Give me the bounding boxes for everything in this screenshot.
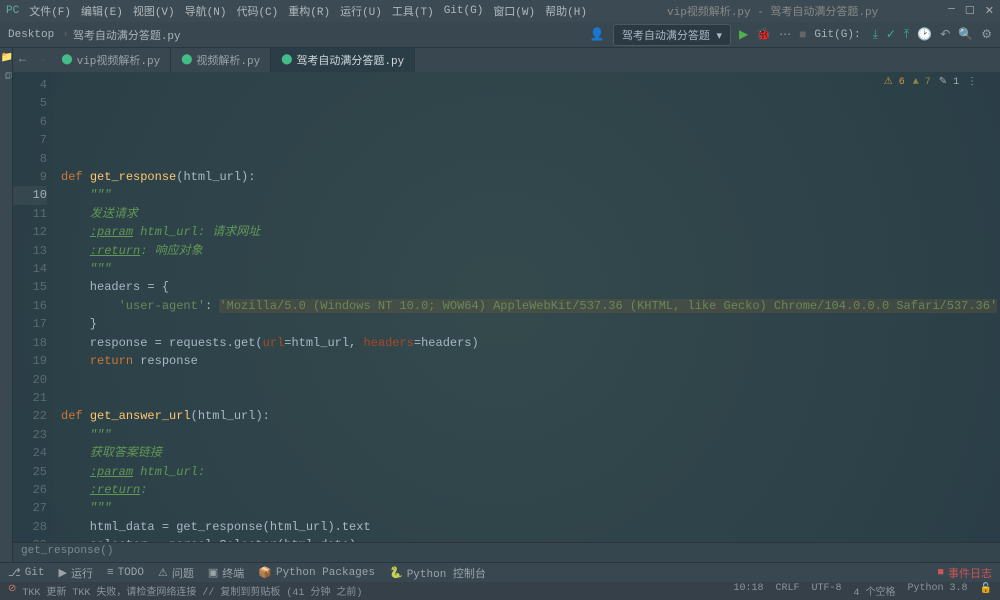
breadcrumb[interactable]: 驾考自动满分答题.py <box>73 27 181 43</box>
tw-event-log[interactable]: ■ 事件日志 <box>937 565 992 581</box>
editor-breadcrumb[interactable]: get_response() <box>13 542 1000 562</box>
settings-icon[interactable]: ⚙ <box>981 27 992 42</box>
menu-help[interactable]: 帮助(H) <box>545 3 587 19</box>
tw-todo[interactable]: ≡ TODO <box>107 567 144 579</box>
git-label: Git(G): <box>814 29 860 41</box>
menu-navigate[interactable]: 导航(N) <box>185 3 227 19</box>
python-interpreter[interactable]: Python 3.8 <box>908 583 968 599</box>
rollback-icon[interactable]: ↶ <box>940 27 950 42</box>
tab-vip[interactable]: ⬤vip视频解析.py <box>51 48 171 72</box>
status-bar: ⊘ TKK 更新 TKK 失败，请检查网络连接 // 复制到剪贴板 (41 分钟… <box>0 582 1000 600</box>
menu-code[interactable]: 代码(C) <box>236 3 278 19</box>
menu-view[interactable]: 视图(V) <box>133 3 175 19</box>
python-file-icon: ⬤ <box>281 54 292 66</box>
navigation-bar: Desktop › 驾考自动满分答题.py 👤 驾考自动满分答题 ▾ ▶ 🐞 ⋯… <box>0 22 1000 48</box>
tw-packages[interactable]: 📦 Python Packages <box>258 566 375 580</box>
status-message[interactable]: TKK 更新 TKK 失败，请检查网络连接 // 复制到剪贴板 (41 分钟 之… <box>22 583 362 599</box>
code-editor[interactable]: 4567891011121314151617181920212223242526… <box>13 72 1000 542</box>
line-gutter[interactable]: 4567891011121314151617181920212223242526… <box>13 72 53 542</box>
run-config-select[interactable]: 驾考自动满分答题 ▾ <box>613 24 731 46</box>
structure-tool-button[interactable]: ⧉ <box>0 72 12 79</box>
menu-edit[interactable]: 编辑(E) <box>81 3 123 19</box>
history-icon[interactable]: 🕑 <box>917 27 932 42</box>
user-icon[interactable]: 👤 <box>590 27 605 42</box>
logo-icon: PC <box>6 5 19 17</box>
tw-terminal[interactable]: ▣ 终端 <box>208 565 244 581</box>
close-icon[interactable]: ✕ <box>985 4 994 18</box>
tw-console[interactable]: 🐍 Python 控制台 <box>389 565 486 581</box>
stop-icon[interactable]: ■ <box>799 28 806 42</box>
weak-warning-count: ▲ 7 <box>913 74 931 92</box>
python-file-icon: ⬤ <box>61 54 72 66</box>
minimize-icon[interactable]: ─ <box>948 4 955 18</box>
menu-run[interactable]: 运行(U) <box>340 3 382 19</box>
lock-icon[interactable]: 🔓 <box>980 583 992 599</box>
window-title: vip视频解析.py - 驾考自动满分答题.py <box>597 3 948 19</box>
tw-git[interactable]: ⎇ Git <box>8 566 45 580</box>
inspections-widget[interactable]: ⚠ 6 ▲ 7 ✎ 1 ⋮ <box>884 74 977 92</box>
menu-git[interactable]: Git(G) <box>444 5 484 17</box>
tw-run[interactable]: ▶ 运行 <box>59 565 93 581</box>
python-file-icon: ⬤ <box>181 54 192 66</box>
left-gutter: 📁 ⧉ <box>0 48 12 562</box>
git-update-icon[interactable]: ⤓ <box>873 28 878 42</box>
code-content[interactable]: ⚠ 6 ▲ 7 ✎ 1 ⋮ def get_response(html_url)… <box>53 72 1000 542</box>
menu-file[interactable]: 文件(F) <box>29 3 71 19</box>
tab-video[interactable]: ⬤视频解析.py <box>171 48 271 72</box>
menu-refactor[interactable]: 重构(R) <box>288 3 330 19</box>
line-separator[interactable]: CRLF <box>775 583 799 599</box>
debug-icon[interactable]: 🐞 <box>756 27 771 42</box>
tw-problems[interactable]: ⚠ 问题 <box>158 565 194 581</box>
bottom-tool-bar: ⎇ Git ▶ 运行 ≡ TODO ⚠ 问题 ▣ 终端 📦 Python Pac… <box>0 562 1000 582</box>
typo-count: ✎ 1 <box>939 74 959 92</box>
breadcrumb[interactable]: Desktop <box>8 29 54 41</box>
search-icon[interactable]: 🔍 <box>958 27 973 42</box>
git-push-icon[interactable]: ⤒ <box>904 28 909 42</box>
menu-window[interactable]: 窗口(W) <box>493 3 535 19</box>
tab-exam[interactable]: ⬤驾考自动满分答题.py <box>271 48 415 72</box>
titlebar: PC 文件(F) 编辑(E) 视图(V) 导航(N) 代码(C) 重构(R) 运… <box>0 0 1000 22</box>
git-commit-icon[interactable]: ✓ <box>886 27 896 42</box>
error-icon[interactable]: ⊘ <box>8 583 16 599</box>
inspections-more-icon[interactable]: ⋮ <box>967 74 977 92</box>
file-encoding[interactable]: UTF-8 <box>812 583 842 599</box>
caret-position[interactable]: 10:18 <box>733 583 763 599</box>
warning-count: ⚠ 6 <box>884 74 905 92</box>
forward-icon[interactable]: → <box>32 48 51 72</box>
more-run-icon[interactable]: ⋯ <box>779 27 791 42</box>
editor-tabs: ← → ⬤vip视频解析.py ⬤视频解析.py ⬤驾考自动满分答题.py <box>13 48 1000 72</box>
back-icon[interactable]: ← <box>13 48 32 72</box>
project-tool-button[interactable]: 📁 <box>1 52 12 64</box>
maximize-icon[interactable]: ☐ <box>965 4 975 18</box>
menu-tools[interactable]: 工具(T) <box>392 3 434 19</box>
run-icon[interactable]: ▶ <box>739 27 748 42</box>
indent-setting[interactable]: 4 个空格 <box>854 583 896 599</box>
